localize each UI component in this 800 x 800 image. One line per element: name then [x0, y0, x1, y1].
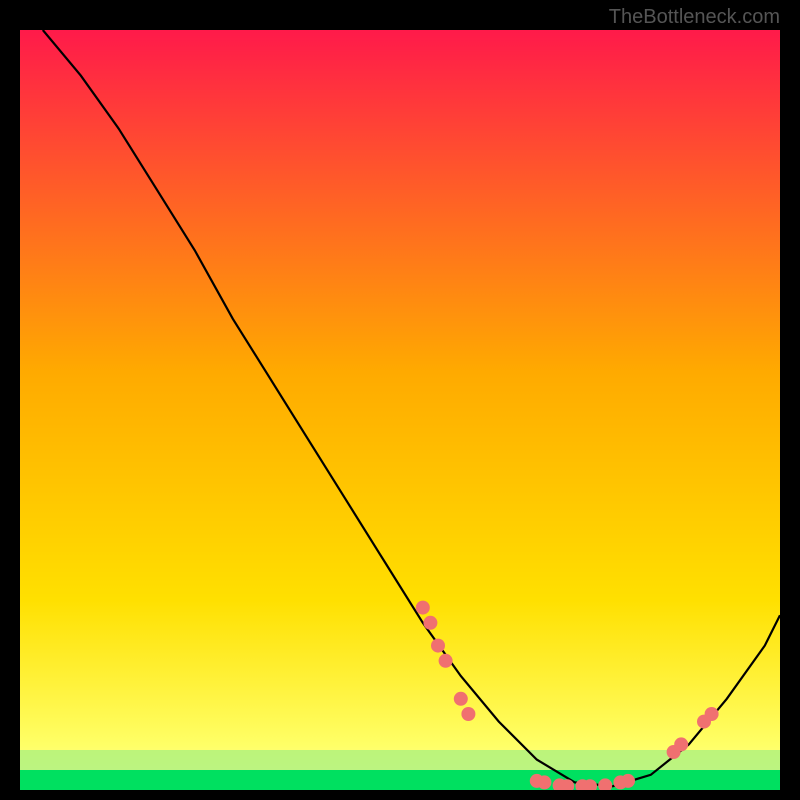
watermark-text: TheBottleneck.com [609, 6, 780, 29]
green-band-fade [20, 750, 780, 770]
data-marker [454, 692, 468, 706]
gradient-background [20, 30, 780, 790]
data-marker [423, 616, 437, 630]
data-marker [537, 775, 551, 789]
data-marker [705, 707, 719, 721]
green-band [20, 770, 780, 790]
data-marker [431, 639, 445, 653]
data-marker [674, 737, 688, 751]
data-marker [461, 707, 475, 721]
data-marker [416, 601, 430, 615]
chart-area [20, 30, 780, 790]
data-marker [621, 774, 635, 788]
chart-svg [20, 30, 780, 790]
data-marker [439, 654, 453, 668]
